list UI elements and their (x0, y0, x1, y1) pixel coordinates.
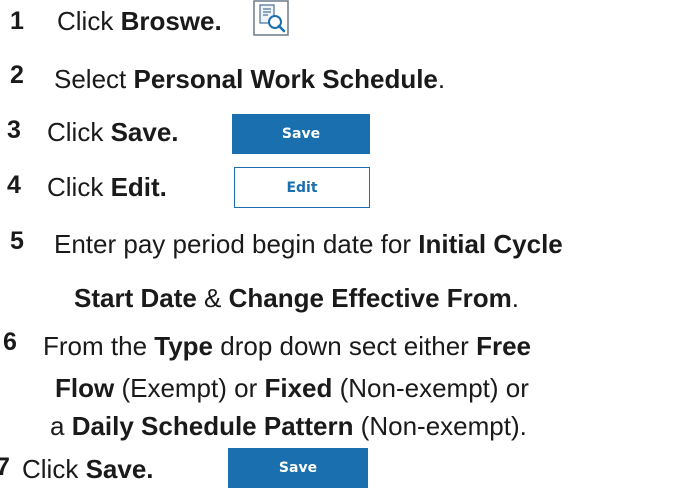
step-4-text: Click Edit. (47, 172, 167, 202)
step-number-7: 7 (0, 453, 10, 481)
step-2-text: Select Personal Work Schedule. (54, 64, 446, 94)
step-7-text: Click Save. (22, 454, 154, 484)
edit-button[interactable]: Edit (234, 167, 370, 208)
step-6-text-line-1: From the Type drop down sect either Free (43, 331, 531, 361)
step-number-3: 3 (7, 116, 21, 144)
browse-icon[interactable] (253, 0, 289, 36)
step-5-text-line-2: Start Date & Change Effective From. (74, 283, 520, 313)
save-button[interactable]: Save (232, 114, 370, 154)
step-3-text: Click Save. (47, 117, 179, 147)
step-6-text-line-2: Flow (Exempt) or Fixed (Non-exempt) or (55, 373, 529, 403)
save-button-final[interactable]: Save (228, 448, 368, 488)
step-number-4: 4 (7, 171, 21, 199)
step-number-6: 6 (3, 328, 17, 356)
step-5-text-line-1: Enter pay period begin date for Initial … (54, 229, 563, 259)
step-number-1: 1 (10, 7, 24, 35)
step-number-2: 2 (10, 61, 24, 89)
step-number-5: 5 (10, 227, 24, 255)
step-1-text: Click Broswe. (57, 6, 222, 36)
step-6-text-line-3: a Daily Schedule Pattern (Non-exempt). (50, 411, 527, 441)
